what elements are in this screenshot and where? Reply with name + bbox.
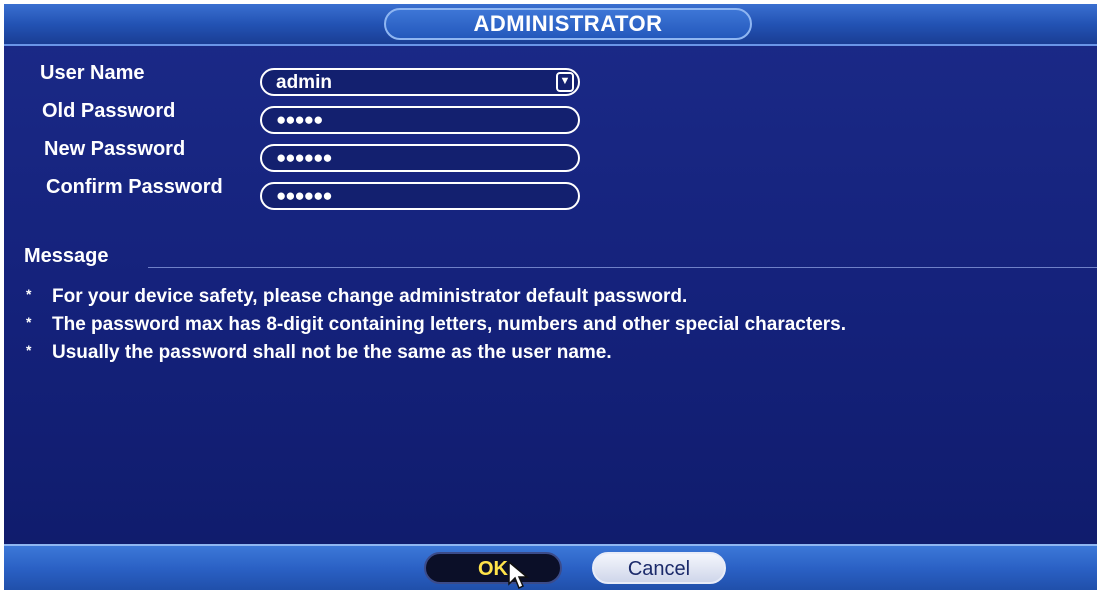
message-line: * Usually the password shall not be the s… bbox=[26, 342, 612, 363]
old-password-mask: ●●●●● bbox=[276, 110, 323, 129]
button-bar: OK Cancel bbox=[4, 544, 1097, 590]
mouse-pointer-icon bbox=[508, 560, 529, 590]
message-title: Message bbox=[24, 245, 109, 267]
username-select[interactable]: admin ▼ bbox=[260, 68, 580, 96]
new-password-mask: ●●●●●● bbox=[276, 148, 333, 167]
title-bar: ADMINISTRATOR bbox=[4, 4, 1097, 46]
new-password-label: New Password bbox=[44, 138, 186, 160]
ok-button[interactable]: OK bbox=[424, 552, 562, 584]
confirm-password-label: Confirm Password bbox=[46, 176, 223, 198]
cancel-button[interactable]: Cancel bbox=[592, 552, 726, 584]
confirm-password-field[interactable]: ●●●●●● bbox=[260, 182, 580, 210]
message-line: * For your device safety, please change a… bbox=[26, 286, 688, 307]
dialog-title: ADMINISTRATOR bbox=[384, 8, 752, 40]
username-value: admin bbox=[276, 72, 332, 93]
confirm-password-mask: ●●●●●● bbox=[276, 186, 333, 205]
chevron-down-icon[interactable]: ▼ bbox=[556, 72, 574, 92]
old-password-field[interactable]: ●●●●● bbox=[260, 106, 580, 134]
message-line: * The password max has 8-digit containing… bbox=[26, 314, 847, 335]
username-label: User Name bbox=[40, 62, 145, 84]
new-password-field[interactable]: ●●●●●● bbox=[260, 144, 580, 172]
old-password-label: Old Password bbox=[42, 100, 176, 122]
message-divider bbox=[148, 267, 1097, 268]
admin-dialog: ADMINISTRATOR User Name admin ▼ Old Pass… bbox=[4, 4, 1097, 590]
